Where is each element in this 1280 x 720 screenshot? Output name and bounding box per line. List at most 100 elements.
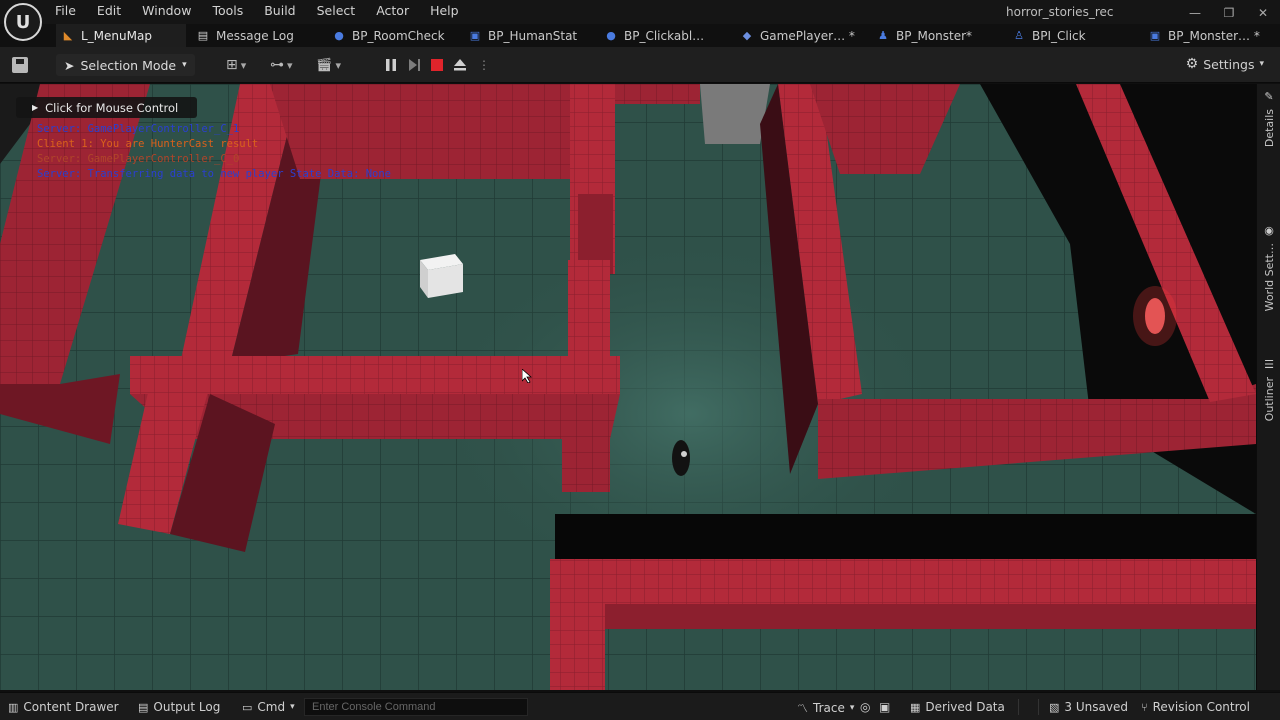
side-panel-strip: ✎ Details ◉ World Sett… ☰ Outliner bbox=[1256, 84, 1280, 690]
level-icon: ◣ bbox=[63, 29, 73, 42]
step-frame-button[interactable] bbox=[406, 57, 422, 73]
blueprint-icon: ▣ bbox=[469, 29, 481, 42]
trace-button[interactable]: 〽 Trace ▾ bbox=[797, 700, 854, 716]
menu-file[interactable]: File bbox=[55, 3, 76, 18]
stop-button[interactable] bbox=[429, 57, 445, 73]
camera-icon: ▣ bbox=[879, 700, 891, 714]
derived-data-icon: ▦ bbox=[910, 700, 921, 714]
gamepad-icon: ◆ bbox=[742, 29, 752, 42]
save-icon[interactable] bbox=[12, 57, 28, 73]
trace-label: Trace bbox=[813, 701, 845, 715]
eject-icon bbox=[454, 59, 466, 71]
stop-icon bbox=[431, 59, 443, 71]
menu-select[interactable]: Select bbox=[317, 3, 356, 18]
tab-message-log[interactable]: ▤ Message Log bbox=[197, 24, 294, 47]
tab-label: BP_Clickabl… bbox=[624, 28, 705, 43]
derived-data-button[interactable]: ▦ Derived Data bbox=[910, 700, 1005, 714]
maximize-button[interactable]: ❐ bbox=[1212, 0, 1246, 26]
chevron-down-icon: ▾ bbox=[335, 58, 342, 72]
tab-l-menumap[interactable]: ◣ L_MenuMap bbox=[56, 24, 186, 47]
trace-icon: 〽 bbox=[797, 702, 808, 715]
status-bar: ▥ Content Drawer ▤ Output Log ▭ Cmd ▾ En… bbox=[0, 692, 1280, 720]
mouse-control-button[interactable]: ▶ Click for Mouse Control bbox=[16, 97, 197, 118]
menu-actor[interactable]: Actor bbox=[376, 3, 409, 18]
menu-window[interactable]: Window bbox=[142, 3, 191, 18]
settings-button[interactable]: ⚙ Settings ▾ bbox=[1186, 56, 1264, 72]
blueprint-icon: ● bbox=[334, 29, 344, 42]
derived-data-label: Derived Data bbox=[925, 700, 1005, 714]
eject-button[interactable] bbox=[452, 57, 468, 73]
output-log-button[interactable]: ▤ Output Log bbox=[138, 700, 220, 714]
globe-icon: ◉ bbox=[1264, 224, 1274, 237]
add-actor-icon: ⊞ bbox=[226, 57, 238, 73]
debug-message: Server: Transferring data to new player … bbox=[37, 168, 392, 180]
selection-mode-label: Selection Mode bbox=[80, 57, 177, 73]
tab-bpi-click[interactable]: ♙ BPI_Click bbox=[1013, 24, 1086, 47]
mouse-control-label: Click for Mouse Control bbox=[45, 100, 179, 115]
minimize-button[interactable]: — bbox=[1178, 0, 1212, 26]
cmd-label: Cmd bbox=[257, 700, 286, 714]
pause-icon bbox=[386, 59, 396, 71]
more-options-icon[interactable]: ⋮ bbox=[476, 57, 492, 73]
tab-label: L_MenuMap bbox=[81, 28, 152, 43]
player-character[interactable] bbox=[672, 440, 690, 476]
main-menu: File Edit Window Tools Build Select Acto… bbox=[55, 3, 459, 18]
step-forward-icon bbox=[409, 59, 420, 71]
tab-gameplayer[interactable]: ◆ GamePlayer… * bbox=[741, 24, 855, 47]
tab-bp-monster-2[interactable]: ▣ BP_Monster… * bbox=[1149, 24, 1260, 47]
tab-label: BP_Monster… * bbox=[1168, 28, 1260, 43]
screenshot-button[interactable]: ▣ bbox=[879, 700, 890, 714]
blueprint-icon: ● bbox=[606, 29, 616, 42]
outliner-label: Outliner bbox=[1262, 377, 1276, 422]
debug-message: Server: GamePlayerController_C_0 bbox=[37, 153, 240, 165]
pause-button[interactable] bbox=[383, 57, 399, 73]
add-actor-button[interactable]: ⊞ ▾ bbox=[226, 57, 246, 73]
divider bbox=[1018, 699, 1019, 715]
debug-message: Client 1: You are HunterCast result bbox=[37, 138, 259, 150]
cursor-arrow-icon: ➤ bbox=[64, 57, 75, 73]
debug-message: Server: GamePlayerController_C_1 bbox=[37, 123, 240, 135]
revision-control-button[interactable]: ⑂ Revision Control bbox=[1141, 700, 1250, 714]
menu-build[interactable]: Build bbox=[264, 3, 295, 18]
content-drawer-button[interactable]: ▥ Content Drawer bbox=[8, 700, 119, 714]
blueprint-icon: ▣ bbox=[1149, 29, 1161, 42]
details-panel-tab[interactable]: ✎ Details bbox=[1257, 90, 1280, 147]
tab-bp-monster[interactable]: ♟ BP_Monster* bbox=[877, 24, 972, 47]
unsaved-button[interactable]: ▧ 3 Unsaved bbox=[1049, 700, 1128, 714]
clapperboard-icon: 🎬︎ bbox=[316, 57, 333, 73]
cmd-dropdown[interactable]: ▭ Cmd ▾ bbox=[242, 700, 295, 714]
tab-label: BP_RoomCheck bbox=[352, 28, 445, 43]
tab-bp-humanstat[interactable]: ▣ BP_HumanStat bbox=[469, 24, 577, 47]
window-controls: — ❐ ✕ bbox=[1178, 0, 1280, 26]
console-command-input[interactable]: Enter Console Command bbox=[304, 698, 528, 716]
play-arrow-icon: ▶ bbox=[32, 103, 39, 112]
cinematics-button[interactable]: 🎬︎ ▾ bbox=[316, 57, 341, 73]
chevron-down-icon: ▾ bbox=[1259, 59, 1264, 69]
world-settings-panel-tab[interactable]: ◉ World Sett… bbox=[1257, 224, 1280, 311]
menu-bar: U File Edit Window Tools Build Select Ac… bbox=[0, 0, 1280, 41]
blueprint-menu-button[interactable]: ⊶ ▾ bbox=[270, 57, 293, 73]
mouse-cursor-icon bbox=[522, 369, 532, 383]
menu-help[interactable]: Help bbox=[430, 3, 459, 18]
terminal-icon: ▭ bbox=[242, 700, 253, 714]
tab-label: GamePlayer… * bbox=[760, 28, 855, 43]
world-settings-label: World Sett… bbox=[1262, 243, 1276, 312]
tab-bp-clickable[interactable]: ● BP_Clickabl… bbox=[605, 24, 704, 47]
menu-tools[interactable]: Tools bbox=[212, 3, 243, 18]
gear-icon: ⚙ bbox=[1185, 56, 1199, 72]
close-button[interactable]: ✕ bbox=[1246, 0, 1280, 26]
outliner-panel-tab[interactable]: ☰ Outliner bbox=[1257, 358, 1280, 421]
tab-bp-roomcheck[interactable]: ● BP_RoomCheck bbox=[333, 24, 445, 47]
unreal-logo-icon[interactable]: U bbox=[4, 3, 42, 41]
level-viewport[interactable]: ▶ Click for Mouse Control Server: GamePl… bbox=[0, 84, 1256, 690]
chevron-down-icon: ▾ bbox=[182, 60, 187, 70]
unsaved-label: 3 Unsaved bbox=[1064, 700, 1128, 714]
blueprint-graph-icon: ⊶ bbox=[270, 57, 284, 73]
selection-mode-dropdown[interactable]: ➤ Selection Mode ▾ bbox=[56, 54, 195, 76]
chevron-down-icon: ▾ bbox=[287, 58, 293, 72]
output-log-label: Output Log bbox=[153, 700, 221, 714]
document-tab-bar: ◣ L_MenuMap ▤ Message Log ● BP_RoomCheck… bbox=[0, 24, 1280, 47]
record-button[interactable]: ◎ bbox=[860, 700, 870, 714]
menu-edit[interactable]: Edit bbox=[97, 3, 121, 18]
level-toolbar: ➤ Selection Mode ▾ ⊞ ▾ ⊶ ▾ 🎬︎ ▾ ⋮ ⚙ Sett… bbox=[0, 47, 1280, 83]
